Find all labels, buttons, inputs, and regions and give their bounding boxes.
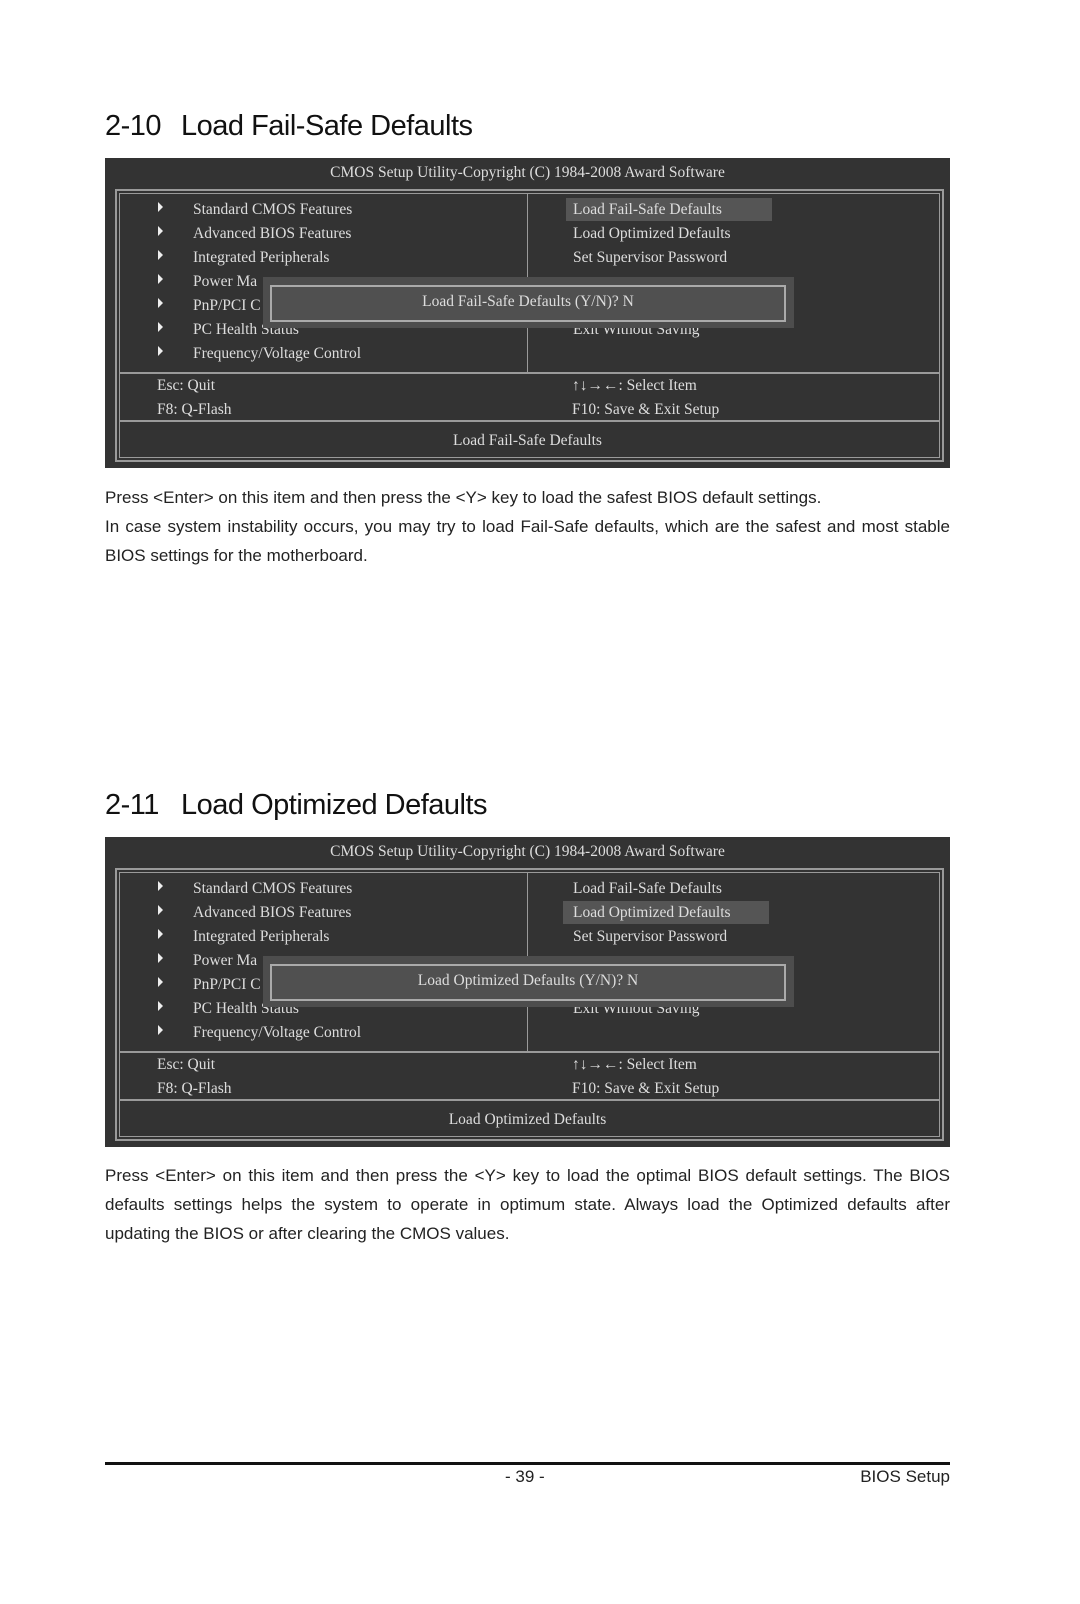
keys-divider — [119, 1051, 940, 1053]
menu-item-left: PnP/PCI C — [193, 297, 261, 314]
submenu-arrow-icon — [158, 226, 163, 236]
section-title: Load Fail-Safe Defaults — [181, 110, 473, 142]
menu-item-right: Load Optimized Defaults — [573, 225, 731, 242]
submenu-arrow-icon — [158, 202, 163, 212]
key-arrows: ↑↓→←: Select Item — [572, 1056, 697, 1073]
description: Press <Enter> on this item and then pres… — [105, 1161, 950, 1249]
menu-item-left: Integrated Peripherals — [193, 249, 330, 266]
submenu-arrow-icon — [158, 905, 163, 915]
bios-header: CMOS Setup Utility-Copyright (C) 1984-20… — [330, 843, 725, 860]
menu-item-left: Power Ma — [193, 952, 258, 969]
status-divider — [119, 1099, 940, 1101]
bios-screenshot: CMOS Setup Utility-Copyright (C) 1984-20… — [105, 158, 950, 468]
menu-item-left: PnP/PCI C — [193, 976, 261, 993]
confirm-dialog: Load Fail-Safe Defaults (Y/N)? N — [263, 277, 794, 328]
paragraph: Press <Enter> on this item and then pres… — [105, 488, 822, 507]
bios-screenshot: CMOS Setup Utility-Copyright (C) 1984-20… — [105, 837, 950, 1147]
section-heading: 2-10 Load Fail-Safe Defaults — [105, 110, 473, 143]
manual-page: - 39 - BIOS Setup 2-10 Load Fail-Safe Def… — [0, 0, 1080, 1604]
submenu-arrow-icon — [158, 953, 163, 963]
submenu-arrow-icon — [158, 977, 163, 987]
status-line: Load Fail-Safe Defaults — [453, 432, 602, 449]
menu-item-left: Frequency/Voltage Control — [193, 1024, 362, 1041]
footer-rule — [105, 1462, 950, 1465]
menu-item-left: Integrated Peripherals — [193, 928, 330, 945]
submenu-arrow-icon — [158, 1001, 163, 1011]
menu-item-left: Standard CMOS Features — [193, 880, 353, 897]
menu-item-left: Advanced BIOS Features — [193, 904, 352, 921]
key-f8: F8: Q-Flash — [157, 1080, 232, 1097]
key-f10: F10: Save & Exit Setup — [572, 401, 720, 418]
menu-item-right: Load Fail-Safe Defaults — [573, 201, 722, 218]
bios-header: CMOS Setup Utility-Copyright (C) 1984-20… — [330, 164, 725, 181]
key-f10: F10: Save & Exit Setup — [572, 1080, 720, 1097]
dialog-box: Load Optimized Defaults (Y/N)? N — [270, 964, 786, 1001]
menu-item-left: Standard CMOS Features — [193, 201, 353, 218]
key-f8: F8: Q-Flash — [157, 401, 232, 418]
menu-item-right: Load Optimized Defaults — [573, 904, 731, 921]
dialog-prompt: Load Optimized Defaults (Y/N)? N — [417, 972, 639, 989]
keys-divider — [119, 372, 940, 374]
submenu-arrow-icon — [158, 274, 163, 284]
submenu-arrow-icon — [158, 322, 163, 332]
submenu-arrow-icon — [158, 346, 163, 356]
menu-item-right: Load Fail-Safe Defaults — [573, 880, 722, 897]
submenu-arrow-icon — [158, 1025, 163, 1035]
menu-item-left: Frequency/Voltage Control — [193, 345, 362, 362]
dialog-prompt: Load Fail-Safe Defaults (Y/N)? N — [422, 293, 634, 310]
paragraph: In case system instability occurs, you m… — [105, 517, 950, 566]
submenu-arrow-icon — [158, 250, 163, 260]
footer-section: BIOS Setup — [860, 1467, 950, 1486]
section-number: 2-11 — [105, 789, 159, 821]
dialog-box: Load Fail-Safe Defaults (Y/N)? N — [270, 285, 786, 322]
menu-item-right: Set Supervisor Password — [573, 928, 728, 945]
submenu-arrow-icon — [158, 881, 163, 891]
menu-item-left: Power Ma — [193, 273, 258, 290]
status-divider — [119, 420, 940, 422]
key-esc: Esc: Quit — [157, 1056, 216, 1073]
menu-item-left: Advanced BIOS Features — [193, 225, 352, 242]
submenu-arrow-icon — [158, 298, 163, 308]
confirm-dialog: Load Optimized Defaults (Y/N)? N — [263, 956, 794, 1007]
status-line: Load Optimized Defaults — [448, 1111, 607, 1128]
section-number: 2-10 — [105, 110, 162, 142]
section-heading: 2-11 Load Optimized Defaults — [105, 789, 488, 822]
key-esc: Esc: Quit — [157, 377, 216, 394]
page-number: - 39 - — [505, 1467, 545, 1486]
key-arrows: ↑↓→←: Select Item — [572, 377, 697, 394]
submenu-arrow-icon — [158, 929, 163, 939]
section-title: Load Optimized Defaults — [181, 789, 488, 821]
menu-item-right: Set Supervisor Password — [573, 249, 728, 266]
paragraph: Press <Enter> on this item and then pres… — [105, 1166, 950, 1244]
description: Press <Enter> on this item and then pres… — [105, 483, 950, 571]
